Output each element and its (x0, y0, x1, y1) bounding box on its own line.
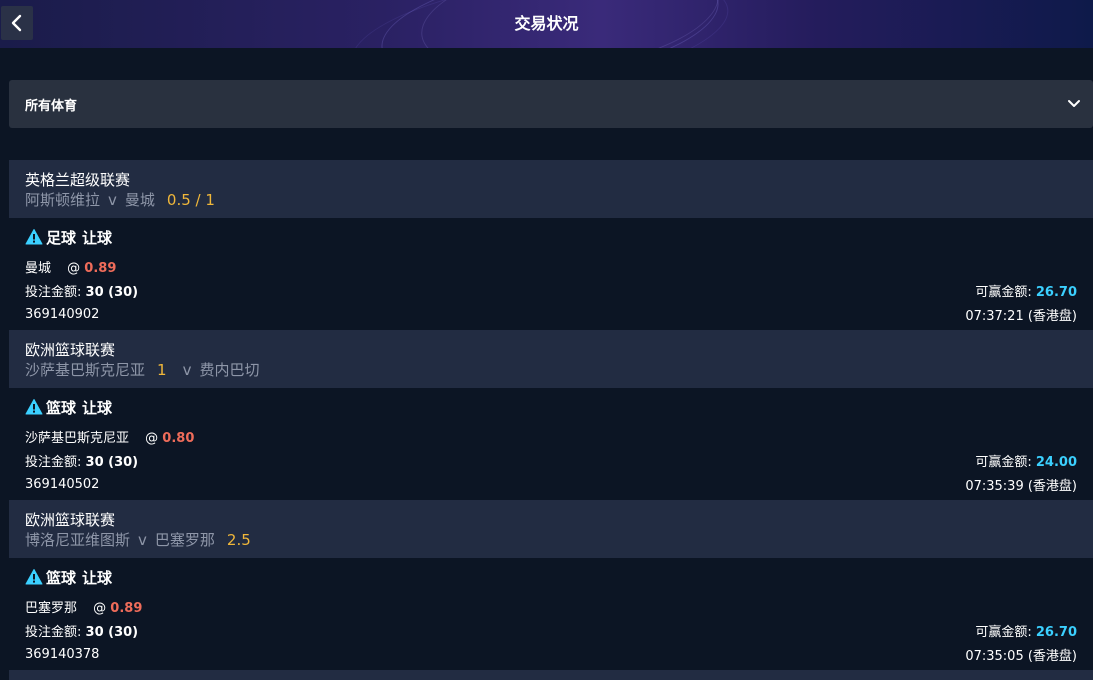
bet-header: 英格兰超级联赛 阿斯顿维拉 v 曼城 0.5 / 1 (9, 160, 1093, 218)
bet-header: 欧洲篮球联赛 博洛尼亚维图斯 v 巴塞罗那 2.5 (9, 500, 1093, 558)
match-line: 博洛尼亚维图斯 v 巴塞罗那 2.5 (25, 530, 1077, 550)
bet-time: 07:35:39 (香港盘) (965, 478, 1077, 494)
market-name: 让球 (82, 228, 113, 247)
selection-row: 巴塞罗那 @ 0.89 (25, 596, 1077, 616)
selection-row: 曼城 @ 0.89 (25, 256, 1077, 276)
stake-label: 投注金额: (25, 454, 82, 470)
towin-label: 可赢金额: (975, 284, 1032, 300)
selection: 沙萨基巴斯克尼亚 @ 0.80 (25, 427, 194, 446)
stake-value: 30 (30) (85, 624, 139, 640)
potential-win: 可赢金额: 26.70 (975, 281, 1077, 300)
market-title: 篮球 让球 (25, 396, 1077, 418)
top-bar: 交易状况 (0, 0, 1093, 48)
towin-label: 可赢金额: (975, 624, 1032, 640)
towin-value: 26.70 (1035, 624, 1077, 640)
at-symbol: @ (145, 430, 159, 446)
towin-label: 可赢金额: (975, 454, 1032, 470)
league-name: 欧洲篮球联赛 (25, 511, 116, 529)
market-name: 让球 (82, 398, 113, 417)
match-line: 沙萨基巴斯克尼亚 1 v 费内巴切 (25, 360, 1077, 380)
ref-row: 369140502 07:35:39 (香港盘) (25, 474, 1077, 494)
selection-name: 巴塞罗那 (25, 600, 78, 616)
warning-icon (25, 399, 43, 415)
bet-details: 篮球 让球 沙萨基巴斯克尼亚 @ 0.80 投注金额: 30 (30) 可赢金额… (9, 388, 1093, 500)
potential-win: 可赢金额: 24.00 (975, 451, 1077, 470)
market-name: 让球 (82, 568, 113, 587)
at-symbol: @ (93, 600, 107, 616)
away-team: 曼城 (124, 191, 155, 209)
at-symbol: @ (67, 260, 81, 276)
sport-filter-label: 所有体育 (25, 98, 78, 114)
chevron-left-icon (11, 14, 22, 32)
stake-value: 30 (30) (85, 284, 139, 300)
bet-card[interactable]: 欧洲篮球联赛 博洛尼亚维图斯 v 巴塞罗那 2.5 篮球 让球 巴塞罗那 @ 0.89 (9, 500, 1093, 670)
towin-value: 24.00 (1035, 454, 1077, 470)
warning-icon (25, 229, 43, 245)
bet-time: 07:37:21 (香港盘) (965, 308, 1077, 324)
bet-time: 07:35:05 (香港盘) (965, 648, 1077, 664)
stake: 投注金额: 30 (30) (25, 451, 138, 470)
away-team: 巴塞罗那 (154, 531, 215, 549)
ref-row: 369140378 07:35:05 (香港盘) (25, 644, 1077, 664)
selection-name: 曼城 (25, 260, 52, 276)
stake: 投注金额: 30 (30) (25, 281, 138, 300)
chevron-down-icon (1068, 100, 1080, 107)
home-team: 阿斯顿维拉 (25, 191, 101, 209)
bet-details: 篮球 让球 巴塞罗那 @ 0.89 投注金额: 30 (30) 可赢金额: 26… (9, 558, 1093, 670)
ref-row: 369140902 07:37:21 (香港盘) (25, 304, 1077, 324)
league-name: 英格兰超级联赛 (25, 171, 131, 189)
next-bet-header-partial (9, 670, 1093, 680)
stake: 投注金额: 30 (30) (25, 621, 138, 640)
header-wave-decoration (344, 0, 736, 48)
versus-label: v (138, 531, 147, 549)
potential-win: 可赢金额: 26.70 (975, 621, 1077, 640)
handicap-line: 0.5 / 1 (166, 191, 215, 209)
away-team: 费内巴切 (199, 361, 260, 379)
odds-value: 0.80 (162, 430, 195, 446)
selection-name: 沙萨基巴斯克尼亚 (25, 430, 130, 446)
sport-name: 足球 (46, 228, 77, 247)
bet-list: 英格兰超级联赛 阿斯顿维拉 v 曼城 0.5 / 1 足球 让球 曼城 @ 0.89 (9, 160, 1093, 680)
odds-value: 0.89 (84, 260, 117, 276)
towin-value: 26.70 (1035, 284, 1077, 300)
sport-name: 篮球 (46, 568, 77, 587)
match-line: 阿斯顿维拉 v 曼城 0.5 / 1 (25, 190, 1077, 210)
handicap-line: 2.5 (226, 531, 251, 549)
market-title: 足球 让球 (25, 226, 1077, 248)
amount-row: 投注金额: 30 (30) 可赢金额: 24.00 (25, 450, 1077, 470)
stake-value: 30 (30) (85, 454, 139, 470)
bet-card[interactable]: 欧洲篮球联赛 沙萨基巴斯克尼亚 1 v 费内巴切 篮球 让球 沙萨基巴斯克尼亚 @ 0… (9, 330, 1093, 500)
home-team: 博洛尼亚维图斯 (25, 531, 131, 549)
amount-row: 投注金额: 30 (30) 可赢金额: 26.70 (25, 280, 1077, 300)
home-team: 沙萨基巴斯克尼亚 (25, 361, 146, 379)
bet-card[interactable]: 英格兰超级联赛 阿斯顿维拉 v 曼城 0.5 / 1 足球 让球 曼城 @ 0.89 (9, 160, 1093, 330)
bet-reference: 369140378 (25, 646, 100, 662)
back-button[interactable] (1, 6, 33, 40)
bet-reference: 369140902 (25, 306, 100, 322)
sport-filter-dropdown[interactable]: 所有体育 (9, 80, 1093, 128)
selection-row: 沙萨基巴斯克尼亚 @ 0.80 (25, 426, 1077, 446)
amount-row: 投注金额: 30 (30) 可赢金额: 26.70 (25, 620, 1077, 640)
stake-label: 投注金额: (25, 284, 82, 300)
market-title: 篮球 让球 (25, 566, 1077, 588)
sport-name: 篮球 (46, 398, 77, 417)
selection: 巴塞罗那 @ 0.89 (25, 597, 142, 616)
handicap-line: 1 (157, 361, 167, 379)
selection: 曼城 @ 0.89 (25, 257, 116, 276)
versus-label: v (108, 191, 117, 209)
versus-label: v (182, 361, 192, 379)
league-name: 欧洲篮球联赛 (25, 341, 116, 359)
bet-reference: 369140502 (25, 476, 100, 492)
bet-header: 欧洲篮球联赛 沙萨基巴斯克尼亚 1 v 费内巴切 (9, 330, 1093, 388)
warning-icon (25, 569, 43, 585)
stake-label: 投注金额: (25, 624, 82, 640)
bet-details: 足球 让球 曼城 @ 0.89 投注金额: 30 (30) 可赢金额: 26.7… (9, 218, 1093, 330)
odds-value: 0.89 (110, 600, 143, 616)
